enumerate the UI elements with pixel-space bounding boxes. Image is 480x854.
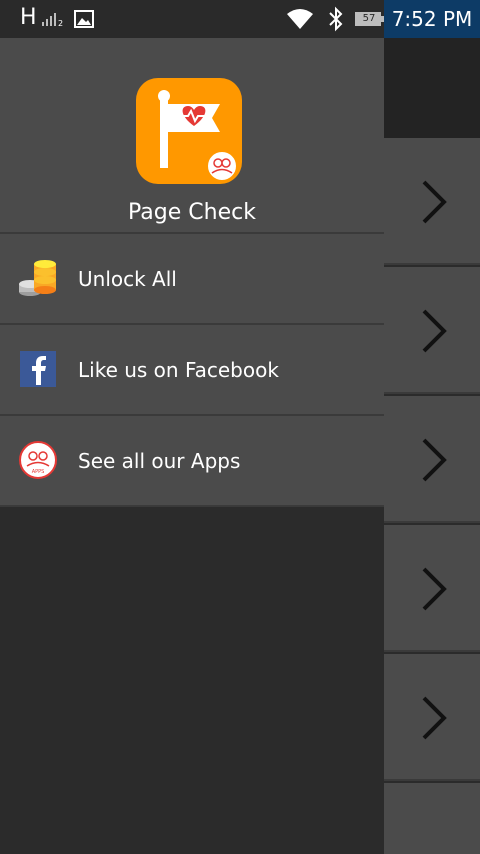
wifi-icon [287, 9, 313, 29]
image-notification-icon [74, 10, 94, 28]
menu-item-facebook[interactable]: Like us on Facebook [0, 325, 384, 416]
list-item[interactable] [384, 654, 480, 781]
screen: H 2 57 7:52 PM Page Check Unlock All Lik… [0, 0, 480, 854]
coins-icon [19, 260, 56, 296]
list-item[interactable] [384, 138, 480, 265]
menu-item-label: Like us on Facebook [78, 358, 279, 382]
list-item[interactable] [384, 267, 480, 394]
chevron-right-icon [422, 309, 447, 353]
network-type-text: H [20, 5, 37, 30]
menu-item-label: Unlock All [78, 267, 177, 291]
list-item[interactable] [384, 396, 480, 523]
navigation-drawer: Page Check Unlock All Like us on Faceboo… [0, 38, 384, 854]
chevron-right-icon [422, 567, 447, 611]
drawer-header: Page Check [0, 38, 384, 234]
apps-icon: APPS [19, 441, 57, 479]
chevron-right-icon [422, 438, 447, 482]
battery-level-text: 57 [362, 13, 376, 24]
chevron-right-icon [422, 180, 447, 224]
menu-item-see-all-apps[interactable]: APPS See all our Apps [0, 416, 384, 507]
app-logo-icon [136, 78, 242, 184]
apps-icon-text: APPS [32, 469, 45, 475]
menu-item-unlock-all[interactable]: Unlock All [0, 234, 384, 325]
bluetooth-icon [329, 6, 343, 32]
facebook-icon [20, 351, 56, 387]
menu-item-label: See all our Apps [78, 449, 241, 473]
status-bar: H 2 57 7:52 PM [0, 0, 480, 38]
chevron-right-icon [422, 696, 447, 740]
app-name: Page Check [128, 200, 256, 225]
list-item[interactable] [384, 783, 480, 854]
signal-icon: 2 [42, 13, 63, 26]
background-toolbar [384, 38, 480, 138]
signal-sub-text: 2 [58, 19, 63, 26]
drawer-empty-area [0, 507, 384, 854]
clock: 7:52 PM [384, 0, 480, 38]
list-item[interactable] [384, 525, 480, 652]
